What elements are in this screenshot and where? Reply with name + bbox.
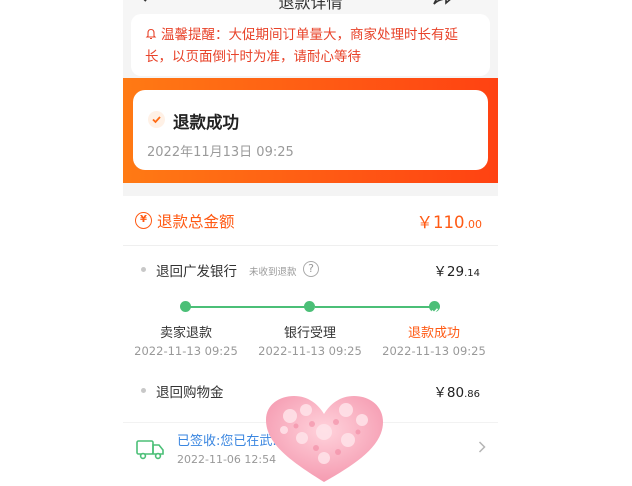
status-card: 退款成功 2022年11月13日 09:25 xyxy=(133,90,488,170)
shopping-credit-amount: ￥80.86 xyxy=(433,381,480,401)
step-time: 2022-11-13 09:25 xyxy=(382,344,486,358)
total-label: 退款总金额 xyxy=(157,213,235,231)
progress-node xyxy=(304,301,315,312)
progress-line xyxy=(315,306,435,308)
progress-node xyxy=(180,301,191,312)
status-title: 退款成功 xyxy=(173,113,239,132)
notice-message: 温馨提醒：大促期间订单量大，商家处理时长有延长，以页面倒计时为准，请耐心等待 xyxy=(145,27,458,65)
help-icon[interactable]: ? xyxy=(303,261,319,277)
bank-label: 退回广发银行 xyxy=(156,264,237,280)
chevron-right-icon[interactable] xyxy=(478,441,486,453)
progress-line xyxy=(190,306,310,308)
step-time: 2022-11-13 09:25 xyxy=(134,344,238,358)
bank-amount: ￥29.14 xyxy=(433,260,480,280)
total-amount-main: ￥110 xyxy=(416,213,465,232)
check-icon xyxy=(148,111,165,128)
share-icon[interactable] xyxy=(432,0,454,6)
status-time: 2022年11月13日 09:25 xyxy=(147,145,294,160)
bank-sub-status: 未收到退款 xyxy=(249,267,297,278)
step-label: 银行受理 xyxy=(283,326,336,341)
yen-icon: ¥ xyxy=(135,212,152,229)
bullet-dot xyxy=(141,267,146,272)
total-amount: ￥110.00 xyxy=(417,209,483,233)
shopping-credit-label: 退回购物金 xyxy=(156,385,224,401)
status-banner: 退款成功 2022年11月13日 09:25 xyxy=(123,78,498,183)
total-row: ¥ 退款总金额 ￥110.00 xyxy=(123,196,498,246)
truck-icon xyxy=(136,440,164,460)
step-time: 2022-11-13 09:25 xyxy=(258,344,362,358)
shopping-credit-amount-cents: .86 xyxy=(464,389,480,400)
bell-icon xyxy=(145,28,157,40)
progress-node-done xyxy=(429,301,440,314)
notice-card: 温馨提醒：大促期间订单量大，商家处理时长有延长，以页面倒计时为准，请耐心等待 xyxy=(131,14,490,76)
refund-progress: 卖家退款 银行受理 退款成功 2022-11-13 09:25 2022-11-… xyxy=(123,298,498,368)
notice-text: 温馨提醒：大促期间订单量大，商家处理时长有延长，以页面倒计时为准，请耐心等待 xyxy=(145,24,476,68)
bank-amount-main: ￥29 xyxy=(433,264,465,280)
bullet-dot xyxy=(141,388,146,393)
step-label-active: 退款成功 xyxy=(407,326,460,341)
bank-amount-cents: .14 xyxy=(464,268,480,279)
check-icon xyxy=(431,308,439,314)
total-amount-cents: .00 xyxy=(464,218,483,231)
bank-refund-row: 退回广发银行 未收到退款 ? ￥29.14 xyxy=(123,256,498,284)
heart-sticker xyxy=(266,396,383,482)
shopping-credit-amount-main: ￥80 xyxy=(433,385,465,401)
step-label: 卖家退款 xyxy=(159,326,212,341)
